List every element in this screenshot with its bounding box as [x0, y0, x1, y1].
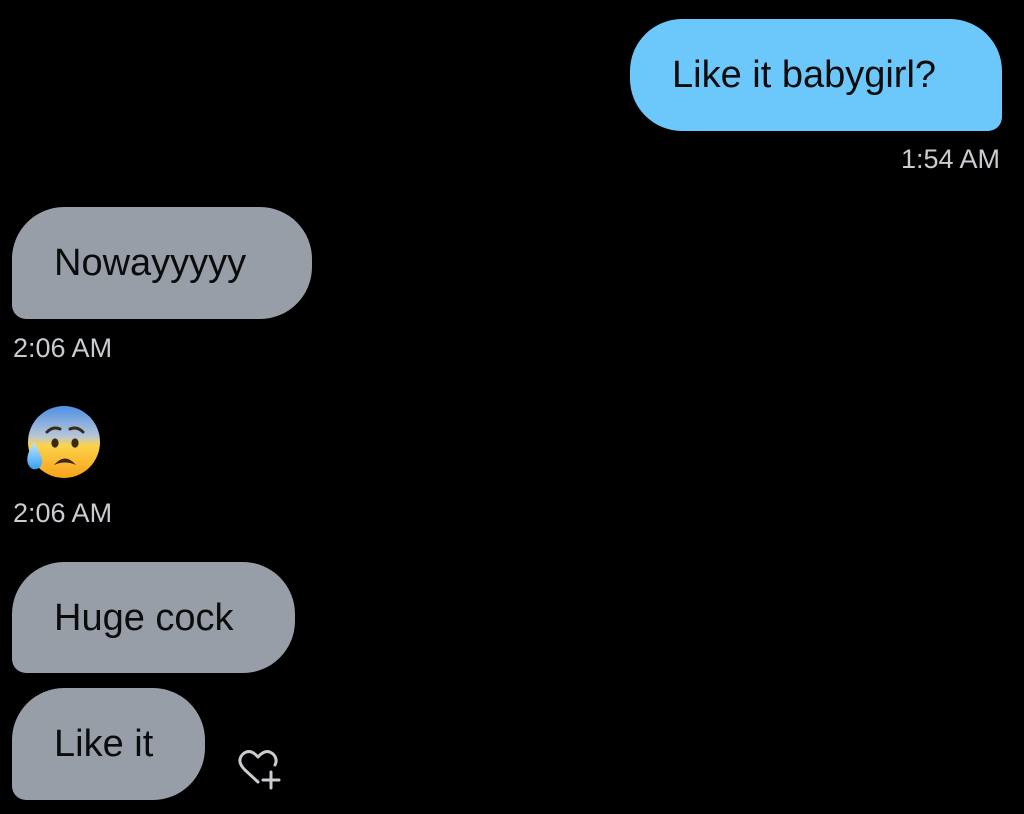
- anxious-face-with-sweat-icon: [27, 406, 100, 478]
- message-timestamp: 2:06 AM: [13, 333, 113, 363]
- add-reaction-button[interactable]: [228, 744, 284, 792]
- message-timestamp: 2:06 AM: [13, 498, 113, 528]
- heart-plus-icon: [238, 750, 281, 790]
- message-bubble-received[interactable]: Like it: [12, 688, 205, 800]
- anxious-face-with-sweat-emoji[interactable]: [20, 402, 102, 484]
- message-bubble-received[interactable]: Nowayyyyy: [12, 207, 312, 319]
- message-bubble-received[interactable]: Huge cock: [12, 562, 295, 673]
- dm-conversation: Like it babygirl? 1:54 AM Nowayyyyy 2:06…: [0, 0, 1024, 814]
- message-text: Huge cock: [54, 596, 234, 639]
- message-timestamp: 1:54 AM: [900, 144, 1000, 174]
- message-text: Like it babygirl?: [672, 54, 937, 96]
- message-bubble-sent[interactable]: Like it babygirl?: [630, 19, 1002, 131]
- message-text: Like it: [54, 723, 154, 765]
- message-text: Nowayyyyy: [54, 242, 247, 284]
